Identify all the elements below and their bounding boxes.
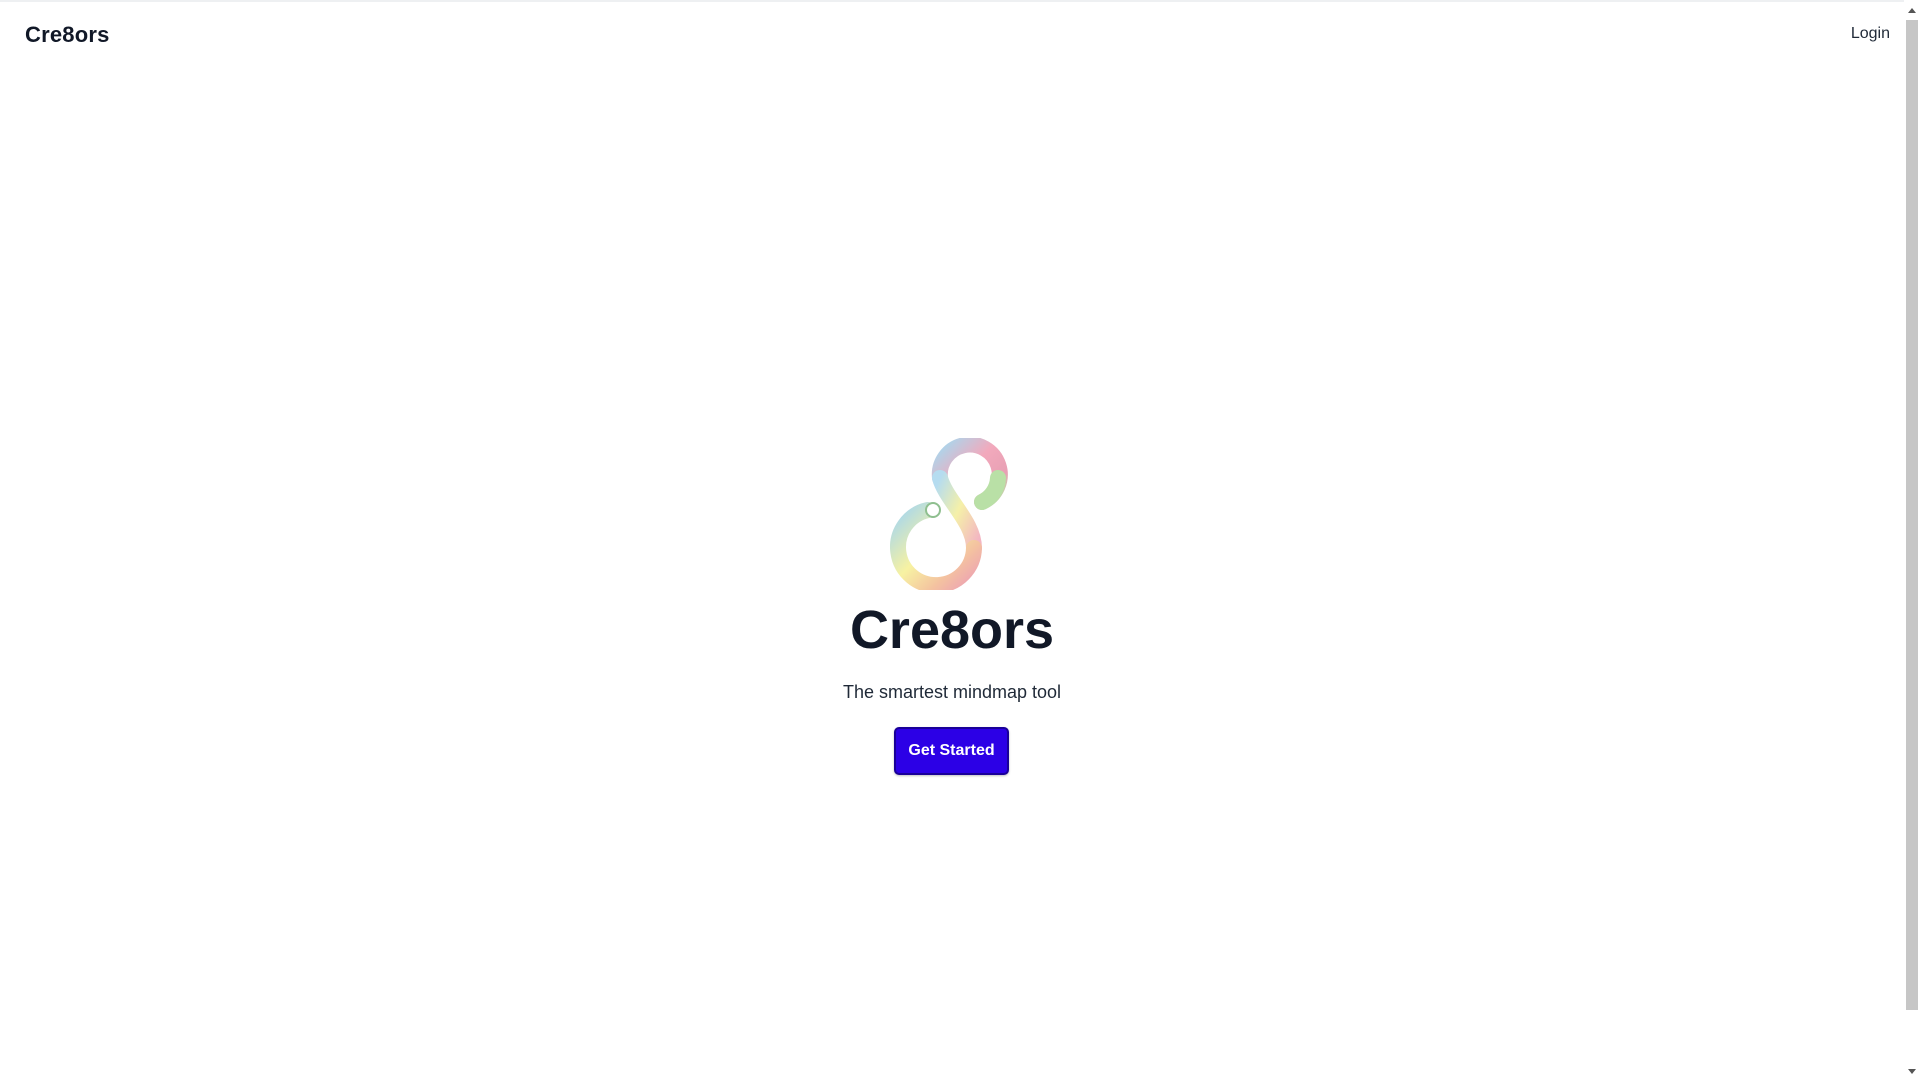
get-started-button[interactable]: Get Started <box>894 727 1009 775</box>
vertical-scrollbar[interactable] <box>1904 0 1920 1080</box>
hero-title: Cre8ors <box>849 600 1055 660</box>
hero-tagline: The smartest mindmap tool <box>842 682 1062 702</box>
infinity-eight-logo-icon <box>890 438 1008 590</box>
hero-section: Cre8ors The smartest mindmap tool Get St… <box>0 0 1904 1080</box>
scroll-up-arrow-icon[interactable] <box>1908 8 1916 13</box>
scrollbar-thumb[interactable] <box>1906 20 1918 1010</box>
scroll-down-arrow-icon[interactable] <box>1908 1069 1916 1074</box>
